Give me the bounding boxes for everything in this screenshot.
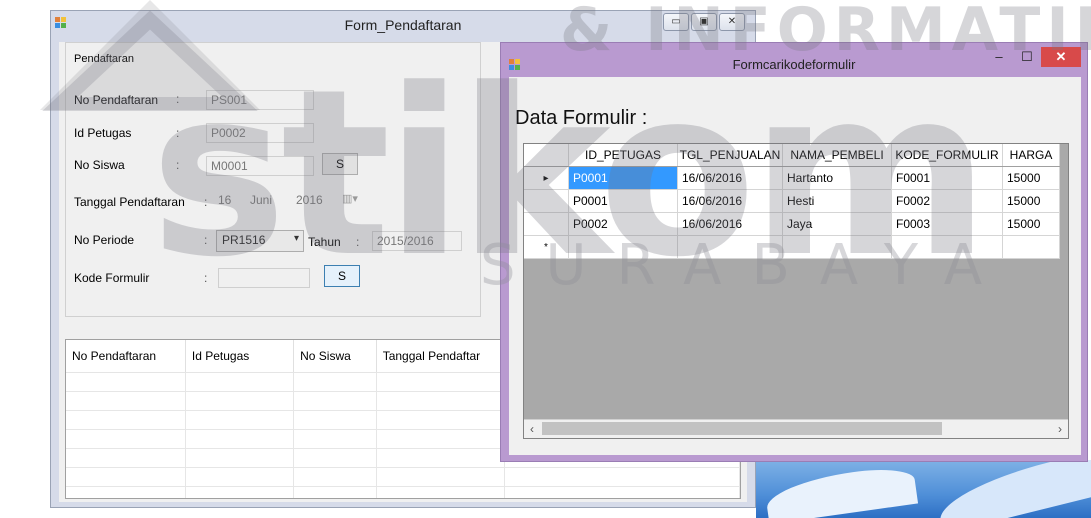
no-periode-combo[interactable]: PR1516 ▾	[216, 230, 304, 252]
search-client-area: Data Formulir : ID_PETUGAS TGL_PENJUALAN…	[509, 77, 1081, 455]
tahun-field[interactable]: 2015/2016	[372, 231, 462, 251]
tanggal-label: Tanggal Pendaftaran	[74, 195, 185, 209]
table-cell[interactable]: Jaya	[782, 212, 892, 236]
id-petugas-label: Id Petugas	[74, 126, 132, 140]
combo-value: PR1516	[222, 233, 266, 247]
horizontal-scrollbar[interactable]: ‹ ›	[524, 419, 1068, 438]
scroll-left-icon[interactable]: ‹	[524, 420, 540, 438]
title-bar[interactable]: Form_Pendaftaran ▭ ▣ ✕	[51, 11, 755, 41]
colon: :	[176, 158, 180, 172]
table-cell[interactable]: 16/06/2016	[677, 166, 783, 190]
table-cell[interactable]: P0002	[568, 212, 678, 236]
search-formulir-button[interactable]: S	[324, 265, 360, 287]
grid-column-header[interactable]: NAMA_PEMBELI	[782, 144, 892, 167]
grid-column-header[interactable]: ID_PETUGAS	[568, 144, 678, 167]
table-cell[interactable]: P0001	[568, 189, 678, 213]
scrollbar-thumb[interactable]	[542, 422, 942, 435]
kode-formulir-field[interactable]	[218, 268, 310, 288]
grid-column-header[interactable]: KODE_FORMULIR	[891, 144, 1003, 167]
row-header-corner	[524, 144, 569, 167]
colon: :	[356, 235, 360, 249]
colon: :	[204, 233, 208, 247]
row-header[interactable]	[524, 212, 569, 236]
colon: :	[204, 195, 208, 209]
table-row[interactable]: P0001 16/06/2016 Hesti F0002 15000	[524, 189, 1060, 213]
minimize-button[interactable]: ▭	[663, 13, 689, 31]
kode-formulir-label: Kode Formulir	[74, 271, 150, 285]
grid-column-header[interactable]: Id Petugas	[185, 340, 295, 373]
colon: :	[176, 126, 180, 140]
colon: :	[204, 271, 208, 285]
scroll-right-icon[interactable]: ›	[1052, 420, 1068, 438]
no-periode-label: No Periode	[74, 233, 135, 247]
date-month: Juni	[250, 193, 273, 207]
grid-column-header[interactable]: TGL_PENJUALAN	[677, 144, 783, 167]
no-siswa-label: No Siswa	[74, 158, 125, 172]
grid-column-header[interactable]: Tanggal Pendaftar	[376, 340, 505, 373]
tahun-label: Tahun	[308, 235, 341, 249]
table-row[interactable]: P0002 16/06/2016 Jaya F0003 15000	[524, 212, 1060, 236]
no-pendaftaran-field[interactable]: PS001	[206, 90, 314, 110]
date-year: 2016	[296, 193, 323, 207]
table-cell[interactable]: 15000	[1002, 189, 1060, 213]
table-row[interactable]	[66, 486, 740, 498]
table-cell[interactable]: Hesti	[782, 189, 892, 213]
close-button[interactable]: ✕	[1041, 47, 1081, 67]
table-cell[interactable]: 15000	[1002, 212, 1060, 236]
table-cell[interactable]: F0001	[891, 166, 1003, 190]
colon: :	[176, 92, 180, 106]
pendaftaran-group: Pendaftaran No Pendaftaran : PS001 Id Pe…	[65, 42, 481, 317]
search-siswa-button[interactable]: S	[322, 153, 358, 175]
maximize-button[interactable]: ☐	[1013, 47, 1041, 67]
grid-column-header[interactable]: HARGA	[1002, 144, 1060, 167]
table-cell[interactable]: Hartanto	[782, 166, 892, 190]
formcarikodeformulir-window: Formcarikodeformulir – ☐ ✕ Data Formulir…	[500, 42, 1088, 462]
table-row[interactable]	[66, 467, 740, 487]
table-cell[interactable]: F0003	[891, 212, 1003, 236]
group-caption: Pendaftaran	[72, 53, 136, 65]
grid-column-header[interactable]: No Pendaftaran	[66, 340, 186, 373]
table-cell[interactable]: 15000	[1002, 166, 1060, 190]
row-header[interactable]	[524, 189, 569, 213]
tanggal-datepicker[interactable]: 16 Juni 2016 ▥▾	[218, 191, 368, 213]
formulir-datagrid[interactable]: ID_PETUGAS TGL_PENJUALAN NAMA_PEMBELI KO…	[523, 143, 1069, 439]
table-cell[interactable]: 16/06/2016	[677, 212, 783, 236]
new-row-marker-icon: *	[524, 235, 569, 259]
desktop-wallpaper	[756, 460, 1091, 518]
table-cell[interactable]: P0001	[568, 166, 678, 190]
data-formulir-heading: Data Formulir :	[515, 107, 648, 129]
table-cell[interactable]: 16/06/2016	[677, 189, 783, 213]
window-title: Form_Pendaftaran	[344, 17, 462, 33]
grid-column-header[interactable]: No Siswa	[293, 340, 377, 373]
new-row[interactable]: *	[524, 235, 1060, 259]
close-button[interactable]: ✕	[719, 13, 745, 31]
calendar-dropdown-icon[interactable]: ▥▾	[342, 192, 358, 205]
maximize-button[interactable]: ▣	[691, 13, 717, 31]
no-pendaftaran-label: No Pendaftaran	[74, 93, 159, 107]
no-siswa-field[interactable]: M0001	[206, 156, 314, 176]
minimize-button[interactable]: –	[985, 47, 1013, 67]
date-day: 16	[218, 193, 232, 207]
table-row[interactable]: ▸ P0001 16/06/2016 Hartanto F0001 15000	[524, 166, 1060, 190]
chevron-down-icon: ▾	[293, 233, 299, 244]
id-petugas-field[interactable]: P0002	[206, 123, 314, 143]
table-cell[interactable]: F0002	[891, 189, 1003, 213]
current-row-indicator-icon: ▸	[524, 166, 569, 190]
